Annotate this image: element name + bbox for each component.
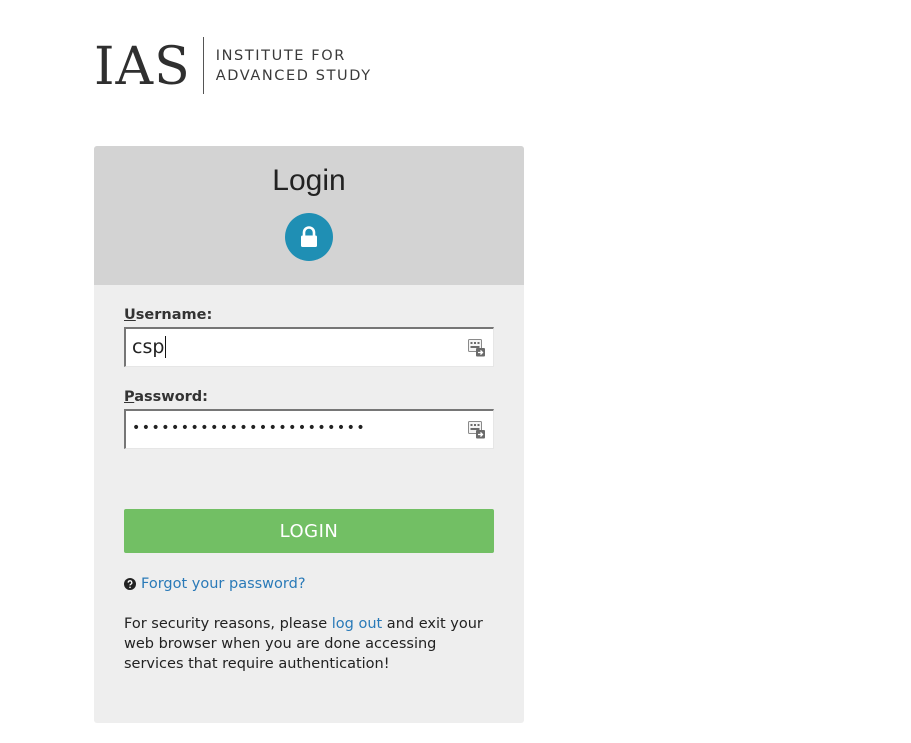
- keyboard-icon[interactable]: [468, 421, 486, 439]
- password-label-text: assword:: [134, 389, 208, 405]
- login-card: Login Username: Password: csp ••••••••••…: [94, 146, 524, 723]
- password-label: Password:: [124, 389, 208, 405]
- logo-line-2: ADVANCED STUDY: [215, 67, 372, 84]
- logo-wordmark: INSTITUTE FOR ADVANCED STUDY: [216, 46, 372, 86]
- password-input[interactable]: ••••••••••••••••••••••••: [124, 409, 494, 449]
- security-notice: For security reasons, please log out and…: [124, 614, 494, 674]
- username-label-text: sername:: [135, 307, 213, 323]
- logo-line-1: INSTITUTE FOR: [215, 47, 346, 64]
- logo-divider: [202, 37, 204, 94]
- ias-logo: IAS INSTITUTE FOR ADVANCED STUDY: [94, 37, 372, 94]
- login-card-header: Login: [94, 146, 524, 285]
- text-caret: [165, 336, 167, 358]
- username-accesskey: U: [124, 307, 136, 323]
- lock-icon: [301, 226, 317, 247]
- username-value: csp: [132, 336, 167, 358]
- notice-text-before: For security reasons, please: [124, 616, 332, 632]
- lock-badge: [285, 213, 333, 261]
- password-accesskey: P: [124, 389, 135, 405]
- forgot-password-row: Forgot your password?: [124, 576, 306, 592]
- username-label: Username:: [124, 307, 212, 323]
- keyboard-icon[interactable]: [468, 339, 486, 357]
- logout-link[interactable]: log out: [332, 616, 382, 632]
- question-circle-icon: [124, 578, 136, 590]
- forgot-password-link[interactable]: Forgot your password?: [141, 576, 306, 592]
- password-mask: ••••••••••••••••••••••••: [132, 420, 367, 436]
- page-title: Login: [272, 164, 346, 197]
- username-input[interactable]: csp: [124, 327, 494, 367]
- logo-mark: IAS: [94, 36, 191, 97]
- login-button[interactable]: LOGIN: [124, 509, 494, 553]
